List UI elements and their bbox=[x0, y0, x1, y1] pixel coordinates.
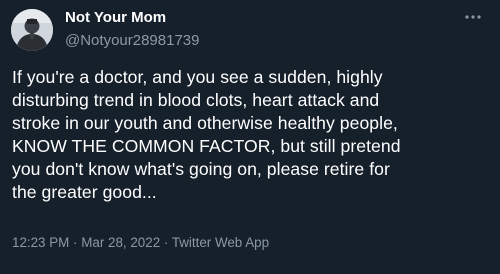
avatar[interactable] bbox=[11, 9, 53, 51]
display-name[interactable]: Not Your Mom bbox=[65, 8, 200, 27]
tweet-text: If you're a doctor, and you see a sudden… bbox=[12, 67, 401, 202]
tweet-source[interactable]: Twitter Web App bbox=[172, 235, 269, 250]
more-horizontal-icon bbox=[465, 15, 481, 19]
tweet-card: Not Your Mom @Notyour28981739 If you're … bbox=[0, 0, 500, 274]
meta-separator: · bbox=[69, 235, 82, 250]
profile-photo-icon bbox=[11, 9, 53, 51]
tweet-time[interactable]: 12:23 PM bbox=[12, 235, 69, 250]
author-block: Not Your Mom @Notyour28981739 bbox=[65, 8, 200, 50]
user-handle[interactable]: @Notyour28981739 bbox=[65, 31, 200, 50]
tweet-metadata: 12:23 PM · Mar 28, 2022 · Twitter Web Ap… bbox=[12, 234, 269, 252]
meta-separator: · bbox=[160, 235, 172, 250]
tweet-date[interactable]: Mar 28, 2022 bbox=[81, 235, 160, 250]
more-options-button[interactable] bbox=[462, 6, 484, 28]
